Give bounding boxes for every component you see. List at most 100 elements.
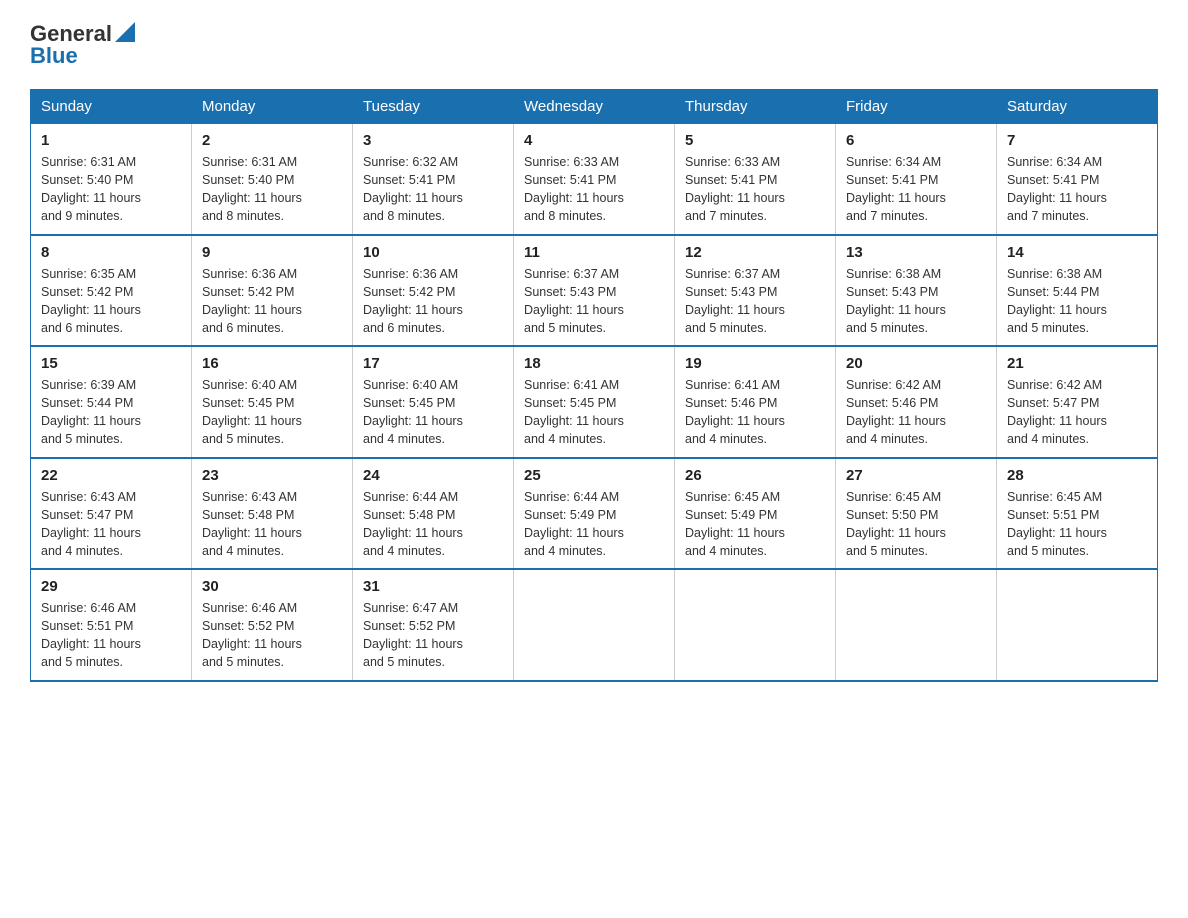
- day-cell: 14 Sunrise: 6:38 AM Sunset: 5:44 PM Dayli…: [997, 235, 1158, 347]
- day-cell: 16Sunrise: 6:40 AM Sunset: 5:45 PM Dayli…: [192, 346, 353, 458]
- day-info: Sunrise: 6:37 AM Sunset: 5:43 PM Dayligh…: [685, 265, 825, 338]
- day-cell: 28Sunrise: 6:45 AM Sunset: 5:51 PM Dayli…: [997, 458, 1158, 570]
- day-number: 10: [363, 244, 503, 261]
- day-info: Sunrise: 6:46 AM Sunset: 5:52 PM Dayligh…: [202, 599, 342, 672]
- day-number: 5: [685, 132, 825, 149]
- day-info: Sunrise: 6:47 AM Sunset: 5:52 PM Dayligh…: [363, 599, 503, 672]
- day-info: Sunrise: 6:38 AM Sunset: 5:44 PM Dayligh…: [1007, 265, 1147, 338]
- day-info: Sunrise: 6:44 AM Sunset: 5:48 PM Dayligh…: [363, 488, 503, 561]
- day-cell: 25 Sunrise: 6:44 AM Sunset: 5:49 PM Dayli…: [514, 458, 675, 570]
- day-info: Sunrise: 6:43 AM Sunset: 5:47 PM Dayligh…: [41, 488, 181, 561]
- day-info: Sunrise: 6:42 AM Sunset: 5:46 PM Dayligh…: [846, 376, 986, 449]
- week-row-1: 1Sunrise: 6:31 AM Sunset: 5:40 PM Daylig…: [31, 124, 1158, 235]
- day-cell: 24 Sunrise: 6:44 AM Sunset: 5:48 PM Dayli…: [353, 458, 514, 570]
- calendar-table: SundayMondayTuesdayWednesdayThursdayFrid…: [30, 89, 1158, 682]
- day-info: Sunrise: 6:44 AM Sunset: 5:49 PM Dayligh…: [524, 488, 664, 561]
- day-info: Sunrise: 6:36 AM Sunset: 5:42 PM Dayligh…: [202, 265, 342, 338]
- calendar-header: SundayMondayTuesdayWednesdayThursdayFrid…: [31, 90, 1158, 124]
- day-number: 22: [41, 467, 181, 484]
- day-number: 30: [202, 578, 342, 595]
- day-number: 26: [685, 467, 825, 484]
- day-number: 6: [846, 132, 986, 149]
- day-number: 11: [524, 244, 664, 261]
- day-number: 15: [41, 355, 181, 372]
- page-header: General Blue: [30, 20, 1158, 69]
- day-cell: 3Sunrise: 6:32 AM Sunset: 5:41 PM Daylig…: [353, 124, 514, 235]
- day-info: Sunrise: 6:35 AM Sunset: 5:42 PM Dayligh…: [41, 265, 181, 338]
- day-cell: 23Sunrise: 6:43 AM Sunset: 5:48 PM Dayli…: [192, 458, 353, 570]
- day-cell: [675, 569, 836, 681]
- day-number: 8: [41, 244, 181, 261]
- day-number: 4: [524, 132, 664, 149]
- day-cell: 30 Sunrise: 6:46 AM Sunset: 5:52 PM Dayli…: [192, 569, 353, 681]
- day-info: Sunrise: 6:31 AM Sunset: 5:40 PM Dayligh…: [202, 153, 342, 226]
- logo-blue-text: Blue: [30, 43, 78, 68]
- day-cell: 4Sunrise: 6:33 AM Sunset: 5:41 PM Daylig…: [514, 124, 675, 235]
- day-number: 18: [524, 355, 664, 372]
- day-info: Sunrise: 6:46 AM Sunset: 5:51 PM Dayligh…: [41, 599, 181, 672]
- day-cell: 13 Sunrise: 6:38 AM Sunset: 5:43 PM Dayli…: [836, 235, 997, 347]
- day-number: 31: [363, 578, 503, 595]
- day-cell: 18Sunrise: 6:41 AM Sunset: 5:45 PM Dayli…: [514, 346, 675, 458]
- day-cell: 1Sunrise: 6:31 AM Sunset: 5:40 PM Daylig…: [31, 124, 192, 235]
- day-number: 7: [1007, 132, 1147, 149]
- logo-triangle-icon: [115, 22, 135, 47]
- day-cell: 8 Sunrise: 6:35 AM Sunset: 5:42 PM Daylig…: [31, 235, 192, 347]
- header-cell-tuesday: Tuesday: [353, 90, 514, 124]
- header-cell-thursday: Thursday: [675, 90, 836, 124]
- day-cell: 22 Sunrise: 6:43 AM Sunset: 5:47 PM Dayli…: [31, 458, 192, 570]
- header-cell-friday: Friday: [836, 90, 997, 124]
- day-info: Sunrise: 6:45 AM Sunset: 5:50 PM Dayligh…: [846, 488, 986, 561]
- day-number: 27: [846, 467, 986, 484]
- day-number: 21: [1007, 355, 1147, 372]
- day-cell: 26 Sunrise: 6:45 AM Sunset: 5:49 PM Dayli…: [675, 458, 836, 570]
- day-cell: 21 Sunrise: 6:42 AM Sunset: 5:47 PM Dayli…: [997, 346, 1158, 458]
- day-number: 14: [1007, 244, 1147, 261]
- day-number: 9: [202, 244, 342, 261]
- day-info: Sunrise: 6:39 AM Sunset: 5:44 PM Dayligh…: [41, 376, 181, 449]
- day-cell: 19Sunrise: 6:41 AM Sunset: 5:46 PM Dayli…: [675, 346, 836, 458]
- day-info: Sunrise: 6:43 AM Sunset: 5:48 PM Dayligh…: [202, 488, 342, 561]
- week-row-4: 22 Sunrise: 6:43 AM Sunset: 5:47 PM Dayli…: [31, 458, 1158, 570]
- header-cell-saturday: Saturday: [997, 90, 1158, 124]
- day-info: Sunrise: 6:38 AM Sunset: 5:43 PM Dayligh…: [846, 265, 986, 338]
- day-cell: 17Sunrise: 6:40 AM Sunset: 5:45 PM Dayli…: [353, 346, 514, 458]
- day-info: Sunrise: 6:37 AM Sunset: 5:43 PM Dayligh…: [524, 265, 664, 338]
- day-cell: 29 Sunrise: 6:46 AM Sunset: 5:51 PM Dayli…: [31, 569, 192, 681]
- week-row-3: 15 Sunrise: 6:39 AM Sunset: 5:44 PM Dayli…: [31, 346, 1158, 458]
- day-cell: [997, 569, 1158, 681]
- day-number: 13: [846, 244, 986, 261]
- day-info: Sunrise: 6:42 AM Sunset: 5:47 PM Dayligh…: [1007, 376, 1147, 449]
- day-info: Sunrise: 6:34 AM Sunset: 5:41 PM Dayligh…: [846, 153, 986, 226]
- day-number: 29: [41, 578, 181, 595]
- day-number: 3: [363, 132, 503, 149]
- day-cell: 27 Sunrise: 6:45 AM Sunset: 5:50 PM Dayli…: [836, 458, 997, 570]
- day-number: 19: [685, 355, 825, 372]
- day-info: Sunrise: 6:36 AM Sunset: 5:42 PM Dayligh…: [363, 265, 503, 338]
- day-number: 17: [363, 355, 503, 372]
- day-number: 12: [685, 244, 825, 261]
- day-number: 16: [202, 355, 342, 372]
- header-cell-sunday: Sunday: [31, 90, 192, 124]
- day-cell: 10 Sunrise: 6:36 AM Sunset: 5:42 PM Dayli…: [353, 235, 514, 347]
- day-info: Sunrise: 6:31 AM Sunset: 5:40 PM Dayligh…: [41, 153, 181, 226]
- day-number: 20: [846, 355, 986, 372]
- day-cell: 5 Sunrise: 6:33 AM Sunset: 5:41 PM Daylig…: [675, 124, 836, 235]
- header-cell-wednesday: Wednesday: [514, 90, 675, 124]
- header-row: SundayMondayTuesdayWednesdayThursdayFrid…: [31, 90, 1158, 124]
- day-cell: 20 Sunrise: 6:42 AM Sunset: 5:46 PM Dayli…: [836, 346, 997, 458]
- day-cell: 12 Sunrise: 6:37 AM Sunset: 5:43 PM Dayli…: [675, 235, 836, 347]
- day-cell: [514, 569, 675, 681]
- day-info: Sunrise: 6:45 AM Sunset: 5:49 PM Dayligh…: [685, 488, 825, 561]
- day-cell: 31 Sunrise: 6:47 AM Sunset: 5:52 PM Dayli…: [353, 569, 514, 681]
- day-number: 2: [202, 132, 342, 149]
- day-info: Sunrise: 6:34 AM Sunset: 5:41 PM Dayligh…: [1007, 153, 1147, 226]
- day-info: Sunrise: 6:33 AM Sunset: 5:41 PM Dayligh…: [685, 153, 825, 226]
- day-cell: 7 Sunrise: 6:34 AM Sunset: 5:41 PM Daylig…: [997, 124, 1158, 235]
- header-cell-monday: Monday: [192, 90, 353, 124]
- day-cell: [836, 569, 997, 681]
- day-cell: 2 Sunrise: 6:31 AM Sunset: 5:40 PM Daylig…: [192, 124, 353, 235]
- week-row-5: 29 Sunrise: 6:46 AM Sunset: 5:51 PM Dayli…: [31, 569, 1158, 681]
- day-number: 24: [363, 467, 503, 484]
- day-number: 25: [524, 467, 664, 484]
